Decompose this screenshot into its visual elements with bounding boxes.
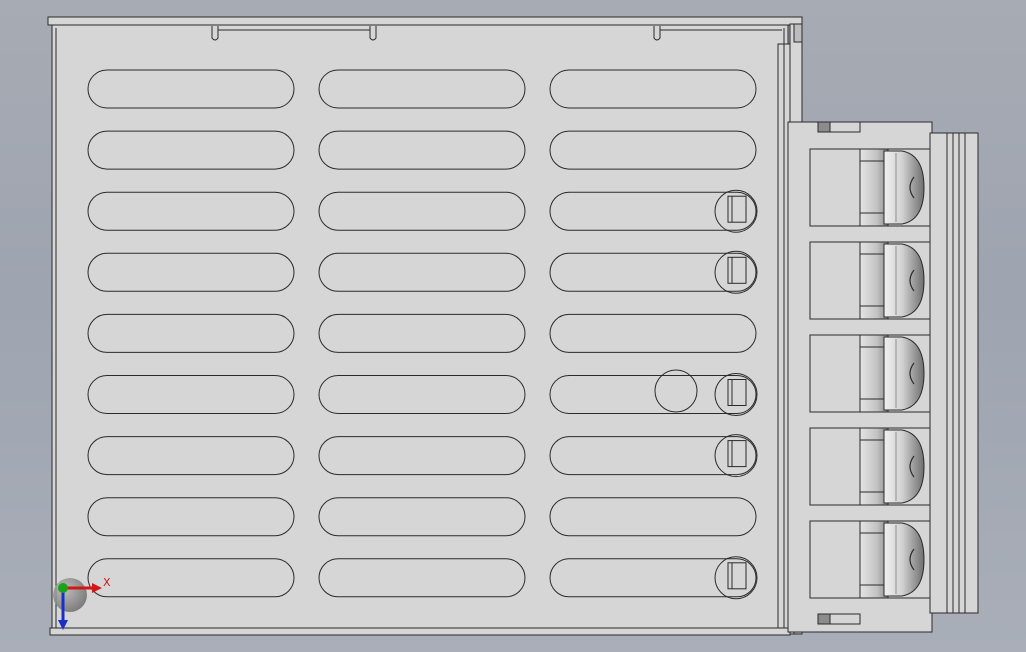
cad-viewport[interactable]: X — [0, 0, 1026, 652]
cable-gland-block[interactable] — [787, 121, 979, 633]
cable-gland[interactable] — [809, 520, 931, 599]
cable-gland[interactable] — [809, 241, 931, 320]
hinge-tab-3 — [653, 26, 661, 41]
cable-glands[interactable] — [809, 148, 931, 599]
slot-hole-tab — [727, 195, 747, 223]
gland-dome-cap — [883, 243, 925, 318]
slot-hole-tab — [727, 379, 747, 406]
hinge-tab-1 — [211, 26, 219, 41]
corner-post-top — [793, 23, 803, 43]
slot-hole-tab — [727, 440, 747, 468]
gland-dome-cap — [883, 429, 925, 504]
triad-x-label: X — [103, 576, 111, 589]
gland-dome-cap — [883, 150, 925, 225]
mounting-rail[interactable] — [929, 132, 979, 614]
top-flange[interactable] — [47, 16, 803, 26]
gland-plate-bottom-notch — [817, 613, 831, 625]
part-drawing[interactable] — [0, 0, 1026, 652]
triad-origin — [53, 578, 87, 612]
gland-dome-cap — [883, 336, 925, 411]
cable-gland[interactable] — [809, 148, 931, 227]
enclosure-top-face[interactable] — [51, 24, 789, 634]
gland-plate-top-notch — [817, 121, 831, 133]
bottom-flange[interactable] — [49, 627, 791, 636]
triad-y-axis — [58, 583, 68, 593]
slot-hole-tab — [727, 562, 747, 590]
hinge-tab-2 — [369, 26, 377, 41]
slot-hole-tab — [727, 256, 747, 284]
gland-dome-cap — [883, 522, 925, 597]
cable-gland[interactable] — [809, 334, 931, 413]
cable-gland[interactable] — [809, 427, 931, 506]
